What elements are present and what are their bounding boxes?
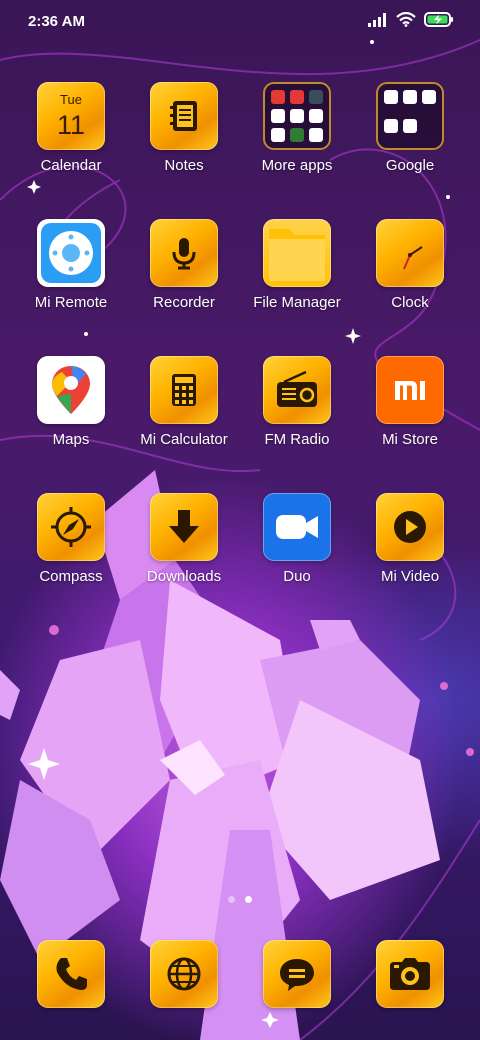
calculator-icon — [150, 356, 218, 424]
app-label: Clock — [391, 294, 429, 311]
app-clock[interactable]: Clock — [353, 219, 467, 311]
app-more-apps[interactable]: More apps — [240, 82, 354, 174]
app-mi-video[interactable]: Mi Video — [353, 493, 467, 585]
app-label: Recorder — [153, 294, 215, 311]
app-mi-store[interactable]: Mi Store — [353, 356, 467, 448]
app-label: FM Radio — [264, 431, 330, 448]
app-maps[interactable]: Maps — [14, 356, 128, 448]
page-dot[interactable] — [228, 896, 235, 903]
app-label: Mi Store — [382, 431, 438, 448]
battery-charging-icon — [424, 12, 453, 27]
page-dot-active[interactable] — [245, 896, 252, 903]
app-mi-calculator[interactable]: Mi Calculator — [127, 356, 241, 448]
radio-icon — [263, 356, 331, 424]
dock-browser[interactable] — [127, 940, 241, 1008]
folder-icon — [263, 82, 331, 150]
compass-icon — [37, 493, 105, 561]
status-bar: 2:36 AM — [0, 0, 480, 44]
app-label: Duo — [283, 568, 311, 585]
calendar-date: 11 — [56, 110, 86, 140]
phone-icon — [37, 940, 105, 1008]
app-file-manager[interactable]: File Manager — [240, 219, 354, 311]
remote-icon — [37, 219, 105, 287]
play-icon — [376, 493, 444, 561]
app-downloads[interactable]: Downloads — [127, 493, 241, 585]
app-label: File Manager — [253, 294, 341, 311]
status-time: 2:36 AM — [28, 13, 85, 30]
calendar-day: Tue — [60, 92, 82, 107]
app-google[interactable]: Google — [353, 82, 467, 174]
folder-icon — [376, 82, 444, 150]
app-label: Compass — [39, 568, 103, 585]
app-notes[interactable]: Notes — [127, 82, 241, 174]
app-compass[interactable]: Compass — [14, 493, 128, 585]
app-recorder[interactable]: Recorder — [127, 219, 241, 311]
status-icons — [368, 12, 454, 27]
app-label: Mi Video — [380, 568, 440, 585]
app-label: Calendar — [40, 157, 102, 174]
app-label: Mi Remote — [34, 294, 108, 311]
page-indicator — [0, 896, 480, 903]
mi-logo-icon — [376, 356, 444, 424]
folder-file-icon — [263, 219, 331, 287]
app-fm-radio[interactable]: FM Radio — [240, 356, 354, 448]
wifi-icon — [396, 12, 416, 27]
app-label: Downloads — [146, 568, 222, 585]
download-arrow-icon — [150, 493, 218, 561]
signal-icon — [368, 12, 386, 27]
messages-icon — [263, 940, 331, 1008]
map-pin-icon — [37, 356, 105, 424]
clock-icon — [376, 219, 444, 287]
calendar-icon: Tue 11 — [37, 82, 105, 150]
dock-camera[interactable] — [353, 940, 467, 1008]
app-label: Mi Calculator — [140, 431, 228, 448]
video-camera-icon — [263, 493, 331, 561]
browser-globe-icon — [150, 940, 218, 1008]
app-duo[interactable]: Duo — [240, 493, 354, 585]
app-calendar[interactable]: Tue 11 Calendar — [14, 82, 128, 174]
camera-icon — [376, 940, 444, 1008]
dock-messages[interactable] — [240, 940, 354, 1008]
app-mi-remote[interactable]: Mi Remote — [14, 219, 128, 311]
microphone-icon — [150, 219, 218, 287]
app-label: Maps — [52, 431, 90, 448]
app-label: More apps — [261, 157, 333, 174]
app-label: Notes — [164, 157, 204, 174]
dock-phone[interactable] — [14, 940, 128, 1008]
notepad-icon — [150, 82, 218, 150]
app-label: Google — [385, 157, 435, 174]
